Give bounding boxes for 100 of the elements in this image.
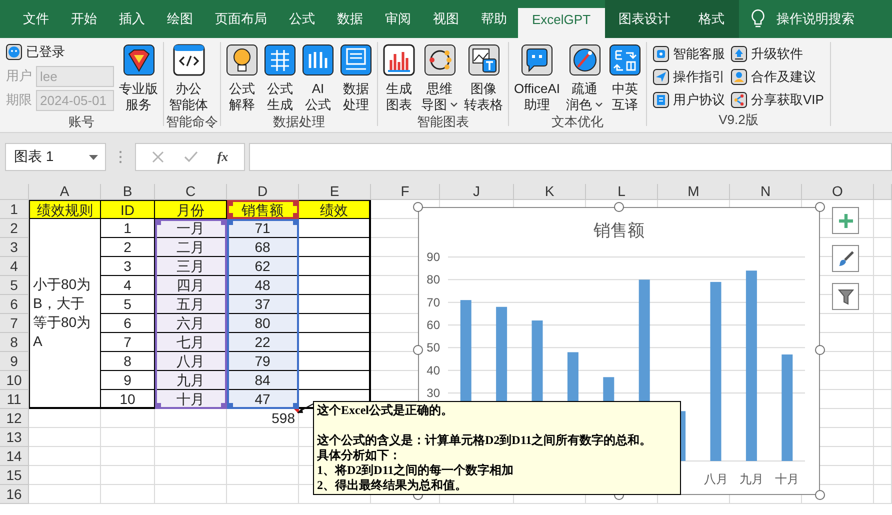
resize-handle[interactable] xyxy=(413,345,423,355)
chart-elements-button[interactable] xyxy=(832,207,859,234)
group-label: 文本优化 xyxy=(550,113,604,131)
tell-me-search[interactable]: 操作说明搜索 xyxy=(738,0,867,38)
empty-cell xyxy=(299,257,371,276)
resize-handle[interactable] xyxy=(614,202,624,212)
menu-tab[interactable]: 绘图 xyxy=(156,8,204,38)
table-cell: 9 xyxy=(101,371,155,390)
ribbon-button[interactable]: 智能客服 xyxy=(651,42,728,65)
table-cell: 84 xyxy=(227,371,299,390)
ribbon-button[interactable]: OfficeAI 助理 xyxy=(511,42,564,113)
empty-cell xyxy=(155,447,227,466)
row-number: 7 xyxy=(0,314,29,333)
column-header: A xyxy=(29,184,101,200)
vertical-bars-icon xyxy=(302,44,334,76)
document-icon xyxy=(340,44,372,76)
row-number: 9 xyxy=(0,352,29,371)
caret-icon xyxy=(89,154,98,160)
group-icon xyxy=(731,68,748,84)
menu-tab[interactable]: 插入 xyxy=(108,8,156,38)
comment-text: 具体分析如下： xyxy=(317,448,402,463)
column-header: N xyxy=(730,184,802,200)
ribbon-button[interactable]: 专业版 服务 xyxy=(116,42,161,113)
menu-tab[interactable]: 数据 xyxy=(326,8,374,38)
row-number: 13 xyxy=(0,428,29,447)
resize-handle[interactable] xyxy=(815,202,825,212)
empty-cell xyxy=(299,314,371,333)
ribbon-button[interactable]: AI 公式 xyxy=(299,42,337,113)
menu-tab[interactable]: 页面布局 xyxy=(204,8,278,38)
person-icon xyxy=(653,46,670,62)
menu-tab[interactable]: 视图 xyxy=(422,8,470,38)
menu-tab[interactable]: 图表设计 xyxy=(604,0,685,38)
empty-cell xyxy=(101,409,155,428)
table-cell: 37 xyxy=(227,295,299,314)
ribbon-button[interactable]: 分享获取VIP xyxy=(729,88,826,111)
field-label: 期限 xyxy=(6,91,33,109)
ribbon-button[interactable]: 疏通 润色 xyxy=(563,42,606,113)
row-number: 8 xyxy=(0,333,29,352)
column-header: K xyxy=(514,184,586,200)
ribbon-button[interactable]: 办公 智能体 xyxy=(166,42,211,113)
empty-cell xyxy=(155,485,227,504)
table-cell: 四月 xyxy=(155,276,227,295)
comment-arrow xyxy=(296,403,314,415)
ribbon-button[interactable]: 生成 图表 xyxy=(380,42,418,113)
formula-input[interactable] xyxy=(249,143,892,171)
empty-cell xyxy=(874,352,892,371)
empty-cell xyxy=(101,485,155,504)
ribbon-button[interactable]: 操作指引 xyxy=(651,65,728,88)
column-header: B xyxy=(101,184,155,200)
menu-tab[interactable]: 文件 xyxy=(12,8,60,38)
ribbon-button[interactable]: 合作及建议 xyxy=(729,65,826,88)
menu-tab[interactable]: 公式 xyxy=(278,8,326,38)
table-cell: 绩效 xyxy=(299,200,371,219)
row-number: 14 xyxy=(0,447,29,466)
ribbon-button[interactable]: 思维 导图 xyxy=(418,42,461,113)
empty-cell xyxy=(101,447,155,466)
axis-label: 十月 xyxy=(775,472,800,486)
empty-cell xyxy=(227,485,299,504)
chart-styles-button[interactable] xyxy=(832,245,859,272)
column-header: F xyxy=(371,184,440,200)
axis-label: 60 xyxy=(426,318,440,332)
code-window-icon xyxy=(172,44,204,76)
table-cell: 七月 xyxy=(155,333,227,352)
ribbon-button[interactable]: 用户协议 xyxy=(651,88,728,111)
empty-cell xyxy=(874,428,892,447)
table-cell: 62 xyxy=(227,257,299,276)
ribbon-button[interactable]: 数据 处理 xyxy=(337,42,375,113)
table-cell: 绩效规则 xyxy=(29,200,101,219)
ribbon-button[interactable]: 公式 生成 xyxy=(261,42,299,113)
empty-cell xyxy=(299,295,371,314)
ribbon-button[interactable]: 中英 互译 xyxy=(606,42,644,113)
resize-handle[interactable] xyxy=(413,202,423,212)
chart-filters-button[interactable] xyxy=(832,283,859,310)
menu-tab[interactable]: 开始 xyxy=(60,8,108,38)
resize-handle[interactable] xyxy=(815,490,825,500)
compass-icon xyxy=(568,44,601,76)
funnel-icon xyxy=(838,288,854,304)
upload-icon xyxy=(731,46,748,62)
empty-cell xyxy=(874,276,892,295)
ribbon-button[interactable]: 升级软件 xyxy=(729,42,826,65)
group-label: 数据处理 xyxy=(272,113,326,131)
menu-tab[interactable]: ExcelGPT xyxy=(518,8,605,38)
name-box[interactable]: 图表 1 xyxy=(5,143,106,171)
axis-label: 50 xyxy=(426,340,440,355)
insert-function-button[interactable]: fx xyxy=(217,149,228,165)
table-cell: 7 xyxy=(101,333,155,352)
axis-label: 40 xyxy=(426,363,440,378)
image-icon xyxy=(468,44,500,76)
menu-tab[interactable]: 帮助 xyxy=(470,8,518,38)
menu-tab[interactable]: 审阅 xyxy=(374,8,422,38)
table-cell: 5 xyxy=(101,295,155,314)
menu-tab[interactable]: 格式 xyxy=(684,0,739,38)
empty-cell xyxy=(874,333,892,352)
resize-handle[interactable] xyxy=(815,345,825,355)
drag-handle-icon[interactable] xyxy=(119,150,122,164)
ribbon-button[interactable]: 公式 解释 xyxy=(223,42,261,113)
table-cell: 六月 xyxy=(155,314,227,333)
table-cell: 79 xyxy=(227,352,299,371)
empty-cell xyxy=(101,466,155,485)
ribbon-button[interactable]: 图像 转表格 xyxy=(461,42,506,113)
